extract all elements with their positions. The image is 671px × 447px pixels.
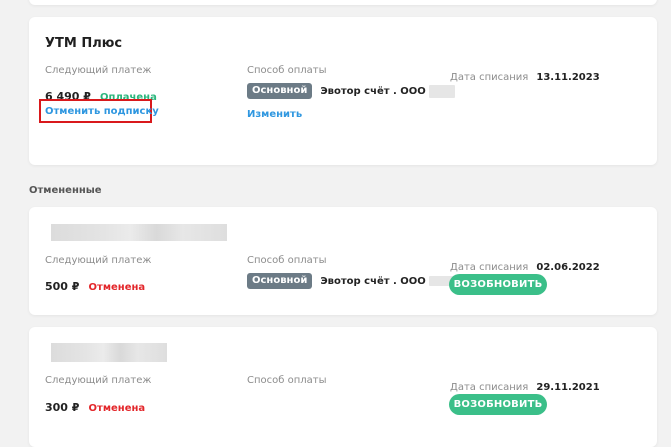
payment-method-label: Способ оплаты: [247, 65, 327, 76]
charge-date: 13.11.2023: [536, 72, 600, 83]
renew-button[interactable]: ВОЗОБНОВИТЬ: [449, 394, 547, 415]
renew-button[interactable]: ВОЗОБНОВИТЬ: [449, 274, 547, 295]
payment-account: Эвотор счёт . ООО: [320, 85, 426, 97]
payment-amount-row: 300 ₽ Отменена: [45, 396, 145, 415]
cancelled-section-label: Отмененные: [29, 185, 102, 196]
charge-date-row: Дата списания 13.11.2023: [450, 65, 600, 84]
next-payment-label: Следующий платеж: [45, 375, 152, 386]
subscription-title: УТМ Плюс: [45, 36, 123, 51]
change-payment-link[interactable]: Изменить: [247, 109, 302, 120]
charge-date-row: Дата списания 02.06.2022: [450, 255, 600, 274]
status-badge-cancelled: Отменена: [88, 403, 146, 414]
charge-date-label: Дата списания: [450, 382, 529, 393]
payment-method-row: Основной Эвотор счёт . ООО: [247, 273, 459, 289]
payment-amount-row: 500 ₽ Отменена: [45, 275, 145, 294]
payment-amount: 500 ₽: [45, 280, 80, 293]
charge-date: 29.11.2021: [536, 382, 600, 393]
primary-badge: Основной: [247, 273, 313, 289]
payment-amount: 300 ₽: [45, 401, 80, 414]
subscription-card-active: УТМ Плюс Следующий платеж 6 490 ₽ Оплаче…: [29, 17, 657, 165]
redacted-account: [428, 84, 455, 98]
payment-method-row: Основной Эвотор счёт . ООО: [247, 83, 455, 99]
next-payment-label: Следующий платеж: [45, 65, 152, 76]
charge-date-label: Дата списания: [450, 262, 529, 273]
redacted-title: [51, 343, 167, 362]
subscription-card-cancelled-2: Следующий платеж 300 ₽ Отменена Способ о…: [29, 327, 657, 447]
charge-date-label: Дата списания: [450, 72, 529, 83]
payment-method-label: Способ оплаты: [247, 375, 327, 386]
payment-method-label: Способ оплаты: [247, 255, 327, 266]
charge-date-row: Дата списания 29.11.2021: [450, 375, 600, 394]
charge-date: 02.06.2022: [536, 262, 600, 273]
payment-account: Эвотор счёт . ООО: [320, 275, 426, 287]
status-badge-cancelled: Отменена: [88, 282, 146, 293]
redacted-title: [51, 224, 227, 241]
cancel-subscription-link[interactable]: Отменить подписку: [45, 106, 159, 117]
next-payment-label: Следующий платеж: [45, 255, 152, 266]
subscription-card-cancelled-1: Следующий платеж 500 ₽ Отменена Способ о…: [29, 207, 657, 315]
primary-badge: Основной: [247, 83, 313, 99]
previous-card: [29, 0, 657, 5]
